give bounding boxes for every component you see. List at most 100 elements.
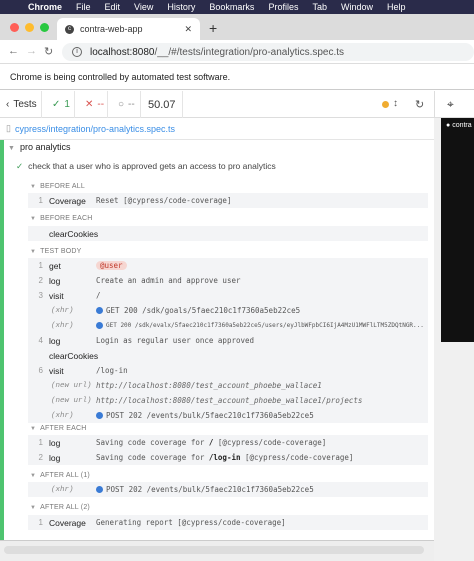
new-tab-button[interactable]: + (209, 20, 217, 36)
close-tab-icon[interactable]: ✕ (184, 24, 192, 35)
address-bar: ← → ↻ i localhost:8080 /__/#/tests/integ… (0, 40, 474, 64)
tests-button[interactable]: ‹ Tests (0, 91, 42, 118)
command-message: / (96, 291, 101, 300)
macos-menubar: Chrome File Edit View History Bookmarks … (0, 0, 474, 14)
browser-tab[interactable]: c contra-web-app ✕ (57, 18, 200, 40)
command-number: 2 (38, 453, 43, 462)
command-row[interactable]: 2 log Create an admin and approve user (28, 273, 428, 288)
message-text: [@cypress/code-coverage] (240, 453, 354, 462)
horizontal-scrollbar[interactable] (0, 540, 434, 561)
spec-path-text: cypress/integration/pro-analytics.spec.t… (14, 123, 176, 134)
command-row[interactable]: clearCookies (28, 226, 428, 241)
menu-tab[interactable]: Tab (312, 2, 327, 12)
close-window-button[interactable] (10, 23, 19, 32)
command-row[interactable]: 6 visit /log-in (28, 363, 428, 378)
url-input[interactable]: i localhost:8080 /__/#/tests/integration… (62, 43, 474, 61)
command-message: Login as regular user once approved (96, 336, 255, 345)
spec-path[interactable]: ▯ cypress/integration/pro-analytics.spec… (0, 118, 434, 140)
command-name: log (49, 452, 61, 463)
hook-after-each[interactable]: ▼ AFTER EACH (30, 425, 86, 432)
scrollbar-thumb[interactable] (4, 546, 424, 554)
menu-window[interactable]: Window (341, 2, 373, 12)
back-arrow-icon[interactable]: ← (8, 45, 19, 57)
command-name: (xhr) (51, 485, 74, 494)
test-title[interactable]: ✓ check that a user who is approved gets … (16, 161, 276, 172)
command-row[interactable]: 2 log Saving code coverage for /log-in [… (28, 450, 428, 465)
command-row[interactable]: clearCookies (28, 348, 428, 363)
command-row[interactable]: 1 log Saving code coverage for / [@cypre… (28, 435, 428, 450)
xhr-row[interactable]: (xhr) POST 202 /events/bulk/5faec210c1f7… (28, 408, 428, 423)
xhr-status-icon (96, 322, 103, 329)
rerun-icon[interactable]: ↻ (415, 98, 424, 111)
menu-chrome[interactable]: Chrome (28, 2, 62, 12)
command-message: Generating report [@cypress/code-coverag… (96, 518, 286, 527)
message-route: /log-in (208, 453, 241, 462)
command-row[interactable]: 1 Coverage Reset [@cypress/code-coverage… (28, 193, 428, 208)
suite-title[interactable]: ▼ pro analytics (8, 142, 70, 152)
caret-down-icon: ▼ (30, 505, 37, 511)
xhr-status-icon (96, 486, 103, 493)
menu-help[interactable]: Help (387, 2, 406, 12)
xhr-row[interactable]: (xhr) POST 202 /events/bulk/5faec210c1f7… (28, 482, 428, 497)
xhr-row[interactable]: (xhr) GET 200 /sdk/goals/5faec210c1f7360… (28, 303, 428, 318)
command-number: 1 (38, 261, 43, 270)
xhr-status-icon (96, 307, 103, 314)
runnables-panel: ▼ pro analytics ✓ check that a user who is… (0, 140, 434, 540)
command-message: Reset [@cypress/code-coverage] (96, 196, 232, 205)
forward-arrow-icon[interactable]: → (26, 45, 37, 57)
command-name: log (49, 275, 61, 286)
suite-name: pro analytics (19, 142, 71, 152)
hook-before-all[interactable]: ▼ BEFORE ALL (30, 183, 85, 190)
command-name: visit (49, 290, 64, 301)
minimize-window-button[interactable] (25, 23, 34, 32)
site-info-icon[interactable]: i (72, 47, 82, 57)
reload-icon[interactable]: ↻ (44, 45, 53, 58)
command-row[interactable]: 4 log Login as regular user once approve… (28, 333, 428, 348)
favicon-icon: c (65, 24, 74, 34)
command-row[interactable]: 1 get @user (28, 258, 428, 273)
command-name: get (49, 260, 61, 271)
autoscroll-toggle-icon[interactable]: ↕ (393, 98, 398, 109)
menu-view[interactable]: View (134, 2, 153, 12)
command-number: 1 (38, 518, 43, 527)
menu-history[interactable]: History (167, 2, 195, 12)
hook-test-body[interactable]: ▼ TEST BODY (30, 248, 82, 255)
command-name: Coverage (49, 195, 86, 206)
app-preview: ● contra (434, 118, 474, 561)
xhr-status-icon (96, 412, 103, 419)
caret-down-icon: ▼ (30, 473, 37, 479)
pending-count: ○ -- (108, 91, 141, 118)
menu-profiles[interactable]: Profiles (268, 2, 298, 12)
command-name: (new url) (51, 381, 92, 390)
command-message: POST 202 /events/bulk/5faec210c1f7360a5e… (106, 411, 314, 420)
tab-title: contra-web-app (80, 24, 143, 34)
tab-strip: c contra-web-app ✕ + (0, 14, 474, 40)
command-number: 3 (38, 291, 43, 300)
command-name: log (49, 437, 61, 448)
command-name: (xhr) (51, 411, 74, 420)
hook-label: BEFORE ALL (40, 183, 85, 190)
command-row[interactable]: 1 Coverage Generating report [@cypress/c… (28, 515, 428, 530)
crosshair-icon[interactable]: ⌖ (447, 97, 454, 112)
message-text: [@cypress/code-coverage] (213, 438, 327, 447)
message-text: Saving code coverage for (96, 453, 209, 462)
command-name: (xhr) (51, 306, 74, 315)
command-number: 4 (38, 336, 43, 345)
hook-after-all-2[interactable]: ▼ AFTER ALL (2) (30, 504, 90, 511)
menu-edit[interactable]: Edit (105, 2, 121, 12)
hook-after-all-1[interactable]: ▼ AFTER ALL (1) (30, 472, 90, 479)
xhr-row[interactable]: (xhr) GET 200 /sdk/evalx/5faec210c1f7360… (28, 318, 428, 333)
command-message: Create an admin and approve user (96, 276, 241, 285)
file-icon: ▯ (6, 123, 11, 133)
new-url-row[interactable]: (new url) http://localhost:8080/test_acc… (28, 393, 428, 408)
check-icon: ✓ (52, 99, 61, 110)
command-message: http://localhost:8080/test_account_phoeb… (96, 381, 322, 390)
passed-count: ✓ 1 (42, 91, 75, 118)
command-number: 1 (38, 196, 43, 205)
new-url-row[interactable]: (new url) http://localhost:8080/test_acc… (28, 378, 428, 393)
zoom-window-button[interactable] (40, 23, 49, 32)
menu-bookmarks[interactable]: Bookmarks (209, 2, 254, 12)
command-row[interactable]: 3 visit / (28, 288, 428, 303)
hook-before-each[interactable]: ▼ BEFORE EACH (30, 215, 93, 222)
menu-file[interactable]: File (76, 2, 91, 12)
